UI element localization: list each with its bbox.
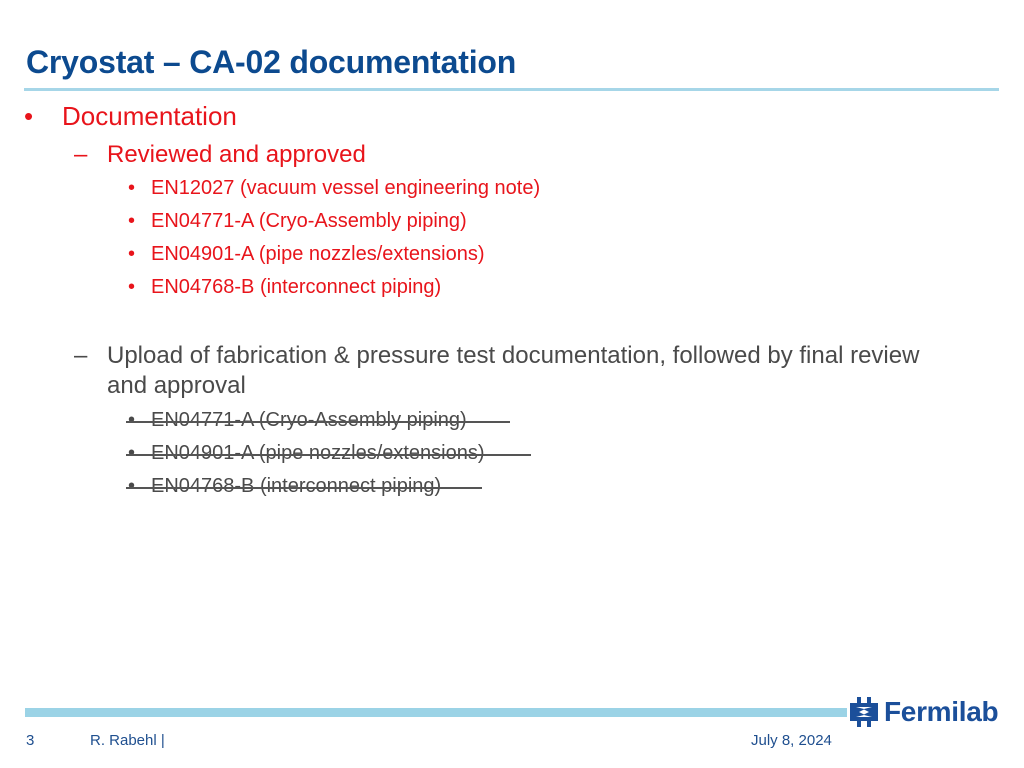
slide-title: Cryostat – CA-02 documentation: [26, 44, 517, 80]
footer-bar: [25, 708, 847, 717]
sub-item-text-line2: and approval: [107, 372, 246, 399]
dash-icon: –: [74, 342, 88, 369]
date: July 8, 2024: [751, 732, 832, 749]
strikethrough-line: [126, 421, 510, 423]
bullet-icon: •: [128, 243, 136, 265]
fermilab-logo: Fermilab: [850, 696, 999, 728]
bullet-icon: •: [24, 101, 34, 131]
strikethrough-line: [126, 487, 482, 489]
author: R. Rabehl |: [90, 732, 165, 749]
bullet-icon: •: [128, 210, 136, 232]
logo-text: Fermilab: [884, 696, 999, 727]
sub-item-text-line1: Upload of fabrication & pressure test do…: [107, 342, 920, 369]
list-item-text: EN04901-A (pipe nozzles/extensions): [151, 243, 485, 265]
title-underline: [24, 88, 999, 91]
bullet-text: Documentation: [62, 101, 237, 131]
bullet-icon: •: [128, 276, 136, 298]
list-item-text: EN04771-A (Cryo-Assembly piping): [151, 210, 467, 232]
sub-item-text: Reviewed and approved: [107, 141, 366, 168]
fermilab-logo-icon: [850, 697, 878, 727]
list-item-text: EN12027 (vacuum vessel engineering note): [151, 177, 541, 199]
dash-icon: –: [74, 141, 88, 168]
strikethrough-line: [126, 454, 531, 456]
list-item-text: EN04768-B (interconnect piping): [151, 276, 442, 298]
page-number: 3: [26, 732, 35, 749]
bullet-icon: •: [128, 177, 136, 199]
